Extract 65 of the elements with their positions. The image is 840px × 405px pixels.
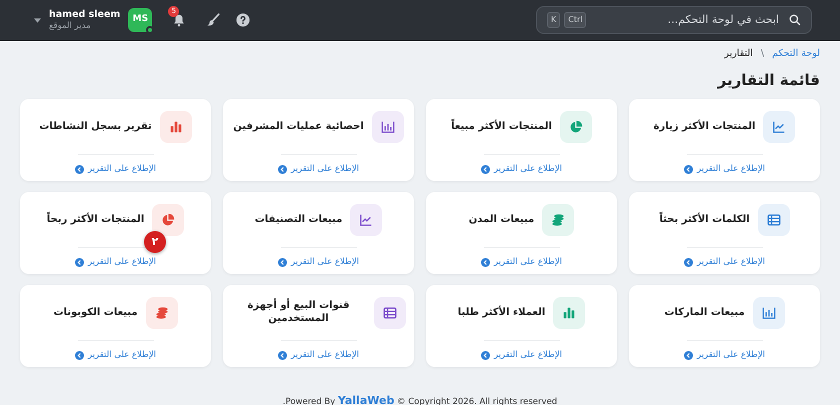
- table-icon: [383, 306, 397, 320]
- chevron-icon: [684, 164, 693, 174]
- report-title: قنوات البيع أو أجهزة المستخدمين: [246, 300, 350, 326]
- coins-icon: [154, 306, 169, 320]
- chevron-icon: [278, 350, 287, 360]
- step-badge: ٢: [144, 230, 166, 253]
- chevron-icon: [684, 258, 693, 267]
- keyboard-key: K: [547, 12, 560, 28]
- chevron-icon: [480, 258, 490, 267]
- report-link[interactable]: الإطلاع على التقرير: [684, 348, 766, 362]
- chevron-icon: [74, 164, 84, 174]
- keyboard-key: Ctrl: [564, 12, 586, 28]
- report-title: المنتجات الأكثر مبيعاً: [451, 120, 552, 133]
- report-link[interactable]: الإطلاع على التقرير: [74, 162, 156, 176]
- chevron-icon: [74, 258, 84, 267]
- bar-chart-icon: [380, 120, 395, 134]
- chevron-icon: [278, 164, 287, 174]
- breadcrumb-separator: \: [760, 47, 764, 61]
- brush-button[interactable]: [206, 13, 220, 27]
- report-title: مبيعات الكوبونات: [53, 306, 138, 319]
- chevron-icon: [480, 350, 490, 360]
- report-title: العملاء الأكثر طلبا: [458, 306, 546, 319]
- chevron-icon: [684, 350, 693, 360]
- coins-icon: [551, 212, 566, 227]
- user-avatar[interactable]: MS: [128, 8, 152, 32]
- report-title: مبيعات المدن: [468, 214, 534, 226]
- caret-icon[interactable]: [34, 18, 41, 22]
- report-link[interactable]: الإطلاع على التقرير: [480, 256, 562, 268]
- breadcrumb-current: التقارير: [724, 47, 753, 61]
- search-input[interactable]: ابحث في لوحة التحكم...: [594, 10, 781, 30]
- report-link[interactable]: الإطلاع على التقرير: [278, 348, 360, 362]
- user-role: مدير الموقع: [49, 20, 92, 31]
- table-icon: [766, 212, 781, 227]
- bar-chart-icon: [762, 306, 776, 320]
- report-title: تقرير بسجل النشاطات: [39, 120, 152, 133]
- chevron-icon: [74, 350, 84, 360]
- pie-chart-icon: [568, 120, 583, 134]
- help-button[interactable]: [236, 13, 250, 27]
- search-icon: [789, 14, 801, 26]
- line-chart-icon: [772, 120, 786, 134]
- bar-chart-icon: [562, 306, 576, 320]
- line-chart-icon: [359, 212, 374, 227]
- breadcrumb-link[interactable]: لوحة التحكم: [772, 47, 820, 62]
- report-link[interactable]: الإطلاع على التقرير: [278, 162, 360, 176]
- report-title: الكلمات الأكثر بحثاً: [659, 214, 750, 226]
- page-title: قائمة التقارير: [716, 70, 820, 92]
- report-link[interactable]: الإطلاع على التقرير: [74, 348, 156, 362]
- chevron-icon: [480, 164, 490, 174]
- report-title: احصائية عمليات المشرفين: [233, 120, 364, 133]
- notifications-button[interactable]: [172, 12, 186, 27]
- report-link[interactable]: الإطلاع على التقرير: [684, 256, 766, 268]
- pie-chart-icon: [161, 212, 176, 227]
- chevron-icon: [278, 258, 287, 267]
- report-link[interactable]: الإطلاع على التقرير: [684, 162, 766, 176]
- report-title: مبيعات الماركات: [664, 306, 745, 319]
- bar-chart-icon: [168, 120, 183, 134]
- brand-link[interactable]: YallaWeb: [338, 392, 394, 405]
- report-title: مبيعات التصنيفات: [254, 214, 342, 226]
- report-title: المنتجات الأكثر ربحاً: [46, 214, 144, 226]
- report-link[interactable]: الإطلاع على التقرير: [480, 348, 562, 362]
- user-name: hamed sleem: [49, 9, 120, 21]
- report-link[interactable]: الإطلاع على التقرير: [480, 162, 562, 176]
- report-link[interactable]: الإطلاع على التقرير: [278, 256, 360, 268]
- report-title: المنتجات الأكثر زيارة: [654, 120, 756, 133]
- report-link[interactable]: الإطلاع على التقرير: [74, 256, 156, 268]
